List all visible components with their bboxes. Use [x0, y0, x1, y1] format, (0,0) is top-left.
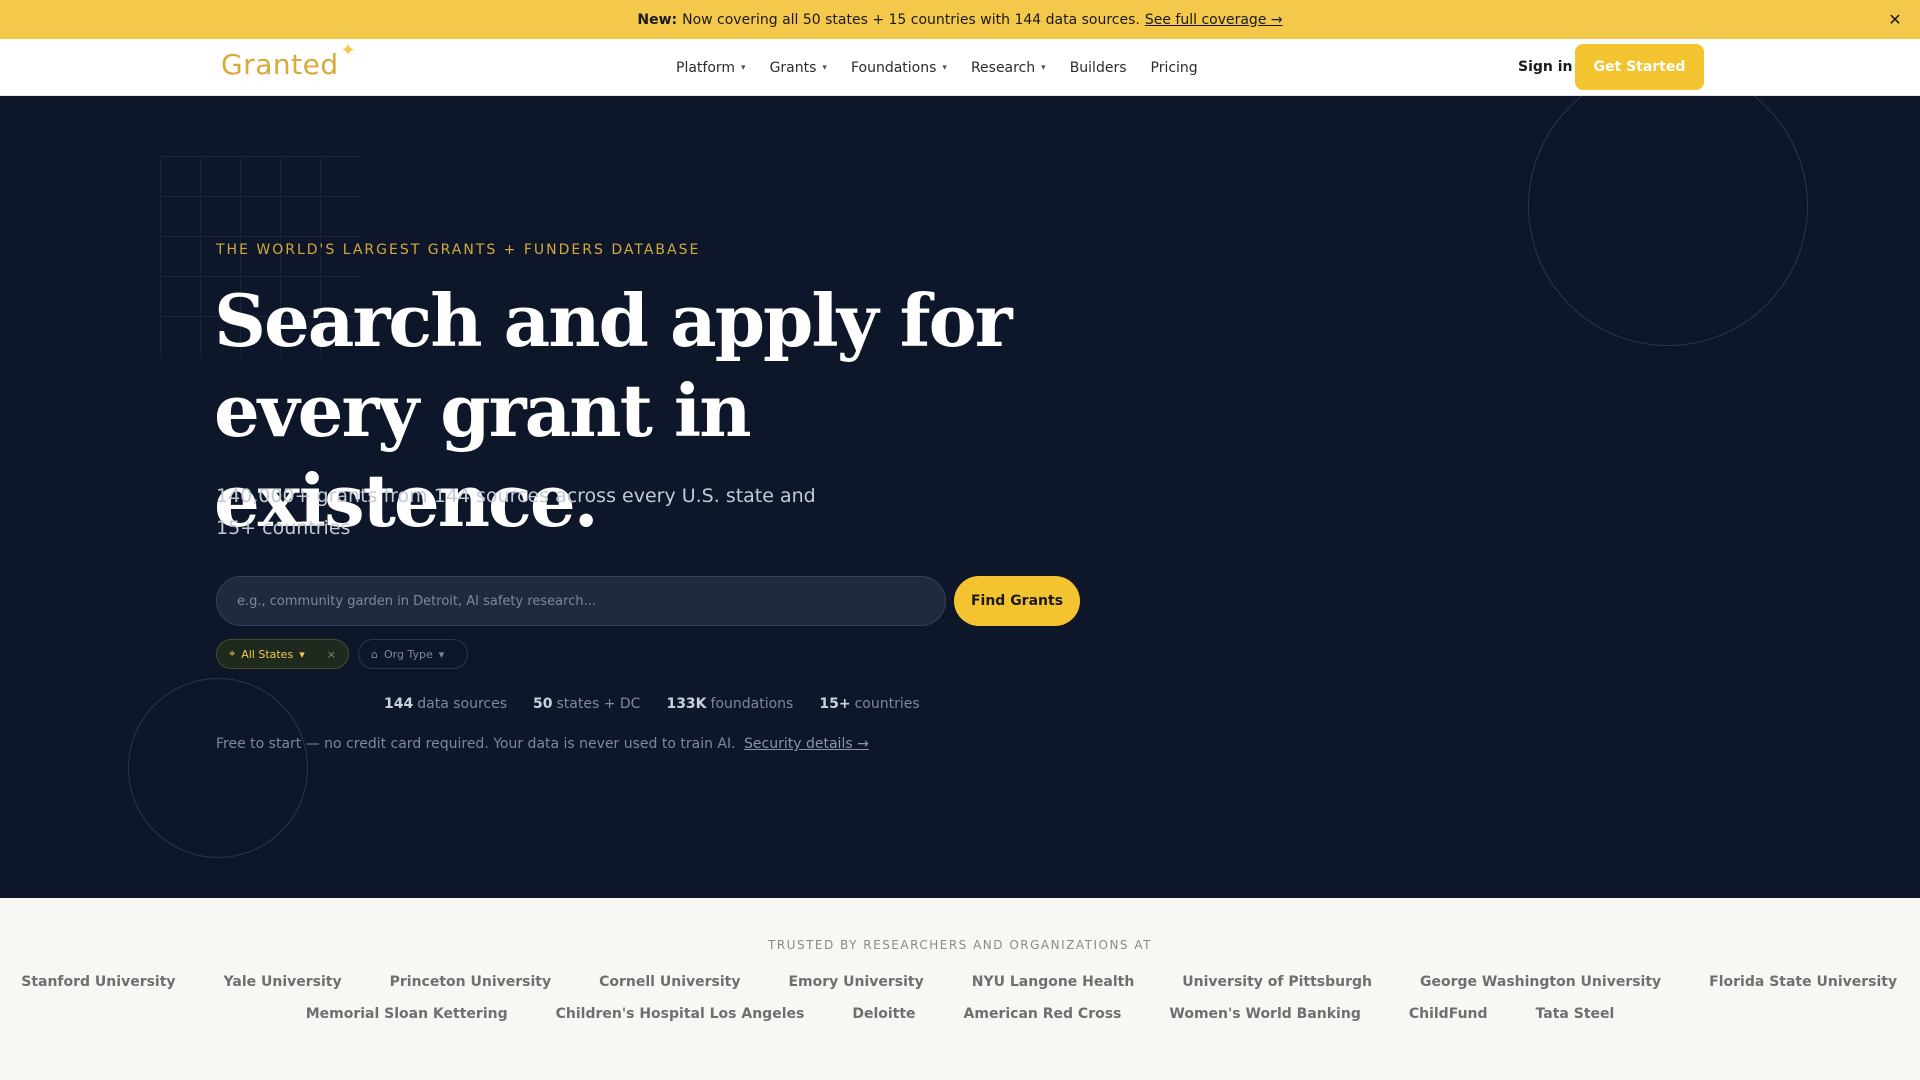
org-type-filter[interactable]: ⌂ Org Type ▾ — [358, 639, 468, 669]
states-filter-label: All States — [241, 647, 294, 661]
org-name: Emory University — [788, 974, 924, 990]
nav-item-builders[interactable]: Builders — [1070, 60, 1127, 76]
fineprint-text: Free to start — no credit card required.… — [216, 736, 736, 752]
stat-label: data sources — [417, 696, 508, 712]
announcement-prefix: New: — [637, 11, 678, 28]
org-name: American Red Cross — [963, 1006, 1122, 1022]
org-name: George Washington University — [1420, 974, 1662, 990]
main-menu: Platform ▾ Grants ▾ Foundations ▾ Resear… — [676, 39, 1198, 96]
logo-row: MITStanford UniversityYale UniversityPri… — [0, 974, 1920, 990]
chevron-down-icon: ▾ — [942, 62, 947, 73]
org-name: Stanford University — [21, 974, 176, 990]
sign-in-link[interactable]: Sign in — [1518, 59, 1573, 75]
nav-item-label: Foundations — [850, 59, 937, 76]
stat-item: 50 states + DC — [533, 696, 640, 712]
clear-filter-icon[interactable]: × — [327, 648, 336, 661]
close-icon[interactable]: ✕ — [1884, 8, 1906, 30]
org-type-filter-label: Org Type — [383, 647, 433, 661]
org-name: Tata Steel — [1535, 1006, 1615, 1022]
grant-search-input[interactable] — [216, 576, 946, 626]
stat-value: 15+ — [819, 696, 851, 712]
stat-label: countries — [854, 696, 920, 712]
org-name: Children's Hospital Los Angeles — [555, 1006, 805, 1022]
sparkle-icon: ✦ — [340, 40, 357, 61]
hero-section: THE WORLD'S LARGEST GRANTS + FUNDERS DAT… — [0, 96, 1920, 898]
org-name: Cornell University — [599, 974, 741, 990]
chevron-down-icon: ▾ — [1041, 62, 1046, 73]
logo-text: Granted — [221, 48, 339, 81]
nav-item-foundations[interactable]: Foundations ▾ — [851, 60, 947, 76]
coverage-link[interactable]: See full coverage → — [1145, 12, 1283, 28]
stat-value: 133K — [666, 696, 707, 712]
nav-item-label: Research — [970, 59, 1036, 76]
org-name: NYU Langone Health — [971, 974, 1135, 990]
announcement-text: Now covering all 50 states + 15 countrie… — [682, 11, 1140, 28]
org-name: Yale University — [223, 974, 342, 990]
circle-decoration — [1528, 96, 1808, 346]
circle-decoration — [128, 678, 308, 858]
logo[interactable]: Granted ✦ — [221, 40, 356, 81]
stat-item: 15+ countries — [819, 696, 919, 712]
trusted-title: TRUSTED BY RESEARCHERS AND ORGANIZATIONS… — [768, 938, 1152, 952]
stat-item: 133K foundations — [666, 696, 793, 712]
hero-subtitle: 140,000+ grants from 144 sources across … — [216, 485, 816, 539]
stats-row: 144 data sources 50 states + DC 133K founda… — [384, 696, 920, 712]
building-icon: ⌂ — [371, 647, 378, 661]
chevron-down-icon: ▾ — [741, 62, 746, 73]
trusted-section: TRUSTED BY RESEARCHERS AND ORGANIZATIONS… — [0, 898, 1920, 1080]
find-grants-button[interactable]: Find Grants — [954, 576, 1080, 626]
org-name: ChildFund — [1408, 1006, 1488, 1022]
nav-item-label: Platform — [676, 59, 736, 76]
chevron-down-icon: ▾ — [438, 647, 445, 661]
states-filter[interactable]: ⌖ All States ▾ × — [216, 639, 349, 669]
chevron-down-icon: ▾ — [822, 62, 827, 73]
logo-row: Memorial Sloan Kettering Children's Hospi… — [0, 1006, 1920, 1022]
stat-label: states + DC — [556, 696, 641, 712]
location-pin-icon: ⌖ — [229, 647, 236, 660]
nav-item-label: Builders — [1069, 59, 1127, 76]
org-name: Princeton University — [389, 974, 552, 990]
nav-item-platform[interactable]: Platform ▾ — [676, 60, 746, 76]
nav-item-research[interactable]: Research ▾ — [971, 60, 1046, 76]
org-name: University of Pittsburgh — [1182, 974, 1373, 990]
stat-value: 50 — [533, 696, 553, 712]
org-name: Florida State University — [1709, 974, 1898, 990]
announcement-bar: New: Now covering all 50 states + 15 cou… — [0, 0, 1920, 39]
org-name: Deloitte — [852, 1006, 916, 1022]
nav-item-label: Pricing — [1150, 59, 1198, 76]
org-name: Women's World Banking — [1169, 1006, 1361, 1022]
nav-item-grants[interactable]: Grants ▾ — [770, 60, 827, 76]
fineprint: Free to start — no credit card required.… — [216, 736, 869, 752]
stat-item: 144 data sources — [384, 696, 507, 712]
stat-value: 144 — [384, 696, 414, 712]
nav-item-pricing[interactable]: Pricing — [1151, 60, 1198, 76]
chevron-down-icon: ▾ — [299, 647, 305, 661]
hero-eyebrow: THE WORLD'S LARGEST GRANTS + FUNDERS DAT… — [216, 242, 701, 258]
get-started-button[interactable]: Get Started — [1575, 44, 1704, 90]
top-nav: Granted ✦ Platform ▾ Grants ▾ Foundation… — [0, 39, 1920, 96]
stat-label: foundations — [710, 696, 794, 712]
security-details-link[interactable]: Security details → — [744, 736, 869, 752]
org-name: Memorial Sloan Kettering — [305, 1006, 508, 1022]
nav-item-label: Grants — [769, 59, 817, 76]
